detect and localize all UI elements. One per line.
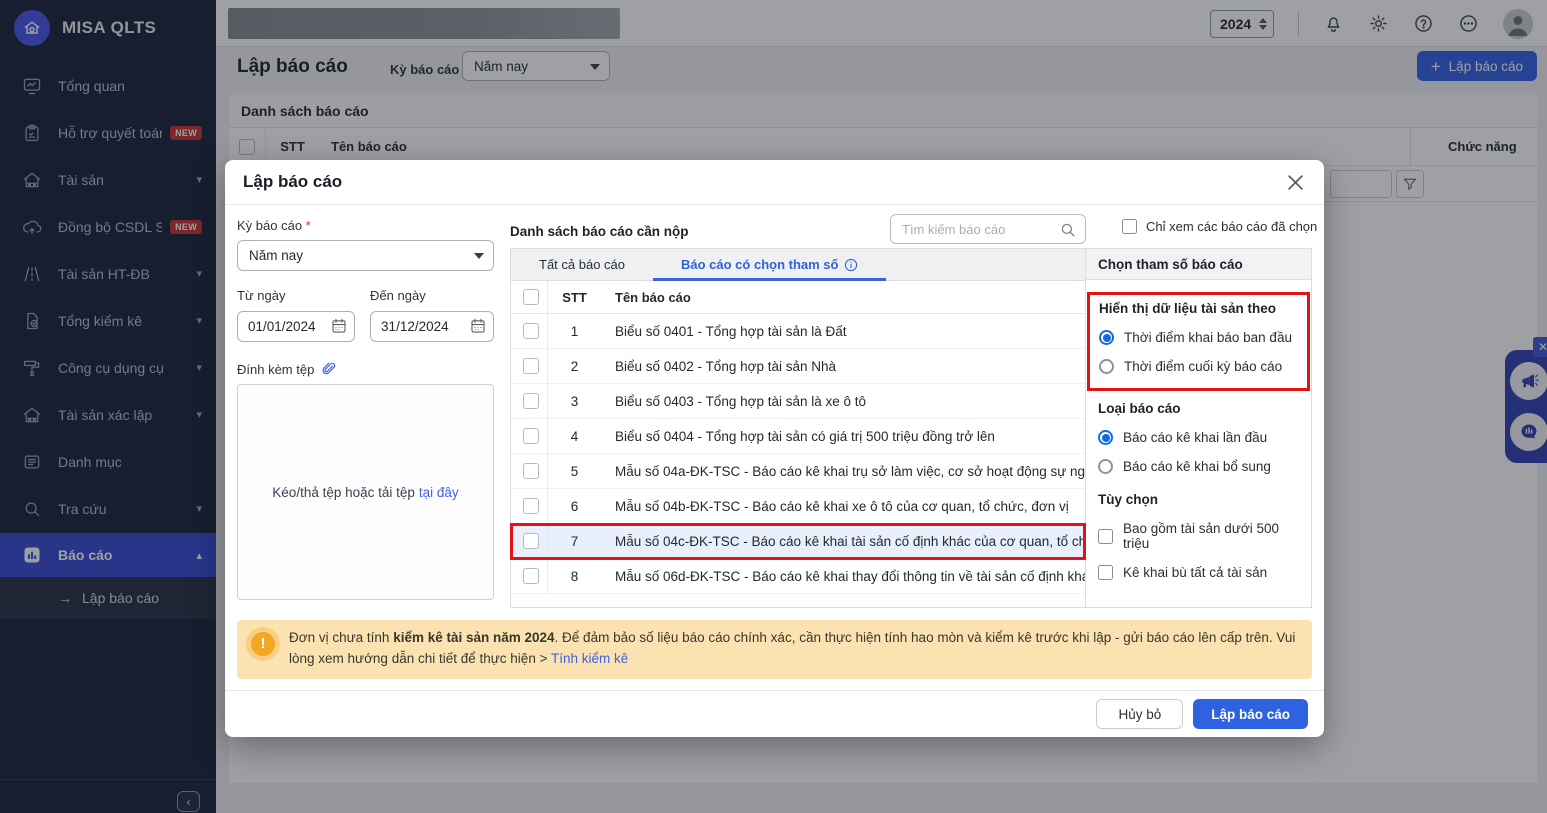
cancel-button[interactable]: Hủy bỏ (1096, 699, 1184, 729)
modal-period-select[interactable]: Năm nay (237, 240, 494, 271)
modal-header: Lập báo cáo (225, 160, 1324, 205)
from-date-label: Từ ngày (237, 288, 286, 303)
row-checkbox[interactable] (523, 393, 539, 409)
report-search (890, 214, 1086, 244)
checkbox-ke-khai-bu-tat-ca-tai-san[interactable]: Kê khai bù tất cả tài sản (1098, 565, 1299, 580)
row-checkbox[interactable] (523, 498, 539, 514)
warning-icon: ! (251, 632, 275, 656)
radio-thoi-diem-cuoi-ky-bao-cao[interactable]: Thời điểm cuối kỳ báo cáo (1099, 359, 1298, 374)
report-tabs: Tất cả báo cáo Báo cáo có chọn tham số (511, 249, 1085, 281)
row-checkbox[interactable] (523, 463, 539, 479)
report-row-5[interactable]: 5 Mẫu số 04a-ĐK-TSC - Báo cáo kê khai tr… (511, 454, 1085, 489)
warning-banner: ! Đơn vị chưa tính kiểm kê tài sản năm 2… (237, 620, 1312, 679)
modal-table-header: STT Tên báo cáo (511, 281, 1085, 314)
checkbox-icon[interactable] (1098, 528, 1113, 544)
to-date-label: Đến ngày (370, 288, 426, 303)
modal-left-panel: Kỳ báo cáo * Năm nay Từ ngày Đến ngày (237, 218, 494, 600)
tinh-kiem-ke-link[interactable]: Tính kiểm kê (551, 651, 628, 666)
upload-here-link[interactable]: tại đây (419, 485, 459, 500)
calendar-icon[interactable] (469, 317, 487, 335)
row-checkbox[interactable] (523, 568, 539, 584)
radio-icon[interactable] (1099, 359, 1114, 374)
group1-title: Hiển thị dữ liệu tài sản theo (1099, 301, 1277, 316)
app-window: MISA QLTS Tổng quan Hỗ trợ quyết toán NE… (0, 0, 1547, 813)
create-report-modal: Lập báo cáo Kỳ báo cáo * Năm nay Từ ngày (225, 160, 1324, 737)
calendar-icon[interactable] (330, 317, 348, 335)
annotation-red-box: Hiển thị dữ liệu tài sản theo Thời điểm … (1087, 292, 1310, 391)
close-icon[interactable] (1282, 169, 1308, 195)
row-checkbox[interactable] (523, 533, 539, 549)
report-search-input[interactable] (891, 215, 1085, 243)
radio-icon[interactable] (1098, 459, 1113, 474)
row-checkbox[interactable] (523, 323, 539, 339)
row-checkbox[interactable] (523, 358, 539, 374)
file-dropzone[interactable]: Kéo/thả tệp hoặc tải tệp tại đây (237, 384, 494, 600)
attach-label: Đính kèm tệp (237, 361, 315, 377)
params-heading: Chọn tham số báo cáo (1086, 249, 1311, 280)
caret-down-icon (474, 253, 484, 259)
only-selected-checkbox[interactable] (1122, 219, 1137, 234)
radio-selected-icon[interactable] (1098, 430, 1113, 445)
only-selected-option[interactable]: Chỉ xem các báo cáo đã chọn (1122, 219, 1317, 234)
params-panel: Chọn tham số báo cáo Hiển thị dữ liệu tà… (1086, 248, 1312, 608)
info-icon[interactable] (844, 258, 858, 272)
row-checkbox[interactable] (523, 428, 539, 444)
report-table: Tất cả báo cáo Báo cáo có chọn tham số S… (510, 248, 1086, 608)
column-stt: STT (547, 281, 601, 313)
submit-button[interactable]: Lập báo cáo (1193, 699, 1308, 729)
report-list-heading: Danh sách báo cáo cần nộp (510, 224, 689, 239)
select-all-checkbox[interactable] (523, 289, 539, 305)
report-row-2[interactable]: 2 Biểu số 0402 - Tổng hợp tài sản Nhà (511, 349, 1085, 384)
radio-thoi-diem-khai-bao-ban-dau[interactable]: Thời điểm khai báo ban đầu (1099, 330, 1298, 345)
report-row-1[interactable]: 1 Biểu số 0401 - Tổng hợp tài sản là Đất (511, 314, 1085, 349)
modal-footer: Hủy bỏ Lập báo cáo (225, 690, 1324, 737)
required-asterisk: * (305, 218, 311, 233)
checkbox-icon[interactable] (1098, 565, 1113, 580)
tab-bao-cao-co-chon-tham-so[interactable]: Báo cáo có chọn tham số (653, 249, 887, 281)
radio-selected-icon[interactable] (1099, 330, 1114, 345)
search-icon[interactable] (1059, 221, 1077, 239)
report-row-6[interactable]: 6 Mẫu số 04b-ĐK-TSC - Báo cáo kê khai xe… (511, 489, 1085, 524)
tab-tat-ca-bao-cao[interactable]: Tất cả báo cáo (511, 249, 653, 280)
group3-title: Tùy chọn (1098, 492, 1158, 507)
report-row-8[interactable]: 8 Mẫu số 06d-ĐK-TSC - Báo cáo kê khai th… (511, 559, 1085, 594)
radio-bao-cao-ke-khai-lan-dau[interactable]: Báo cáo kê khai lần đầu (1098, 430, 1299, 445)
report-row-3[interactable]: 3 Biểu số 0403 - Tổng hợp tài sản là xe … (511, 384, 1085, 419)
checkbox-bao-gom-tai-san-duoi-500-trieu[interactable]: Bao gồm tài sản dưới 500 triệu (1098, 521, 1299, 551)
group2-title: Loại báo cáo (1098, 401, 1181, 416)
modal-title: Lập báo cáo (243, 172, 343, 191)
column-ten-bao-cao: Tên báo cáo (615, 289, 691, 305)
radio-bao-cao-ke-khai-bo-sung[interactable]: Báo cáo kê khai bổ sung (1098, 459, 1299, 474)
period-field-label: Kỳ báo cáo * (237, 218, 311, 233)
paperclip-icon (321, 361, 337, 377)
report-row-7-highlighted[interactable]: 7 Mẫu số 04c-ĐK-TSC - Báo cáo kê khai tà… (510, 523, 1086, 560)
report-row-4[interactable]: 4 Biểu số 0404 - Tổng hợp tài sản có giá… (511, 419, 1085, 454)
